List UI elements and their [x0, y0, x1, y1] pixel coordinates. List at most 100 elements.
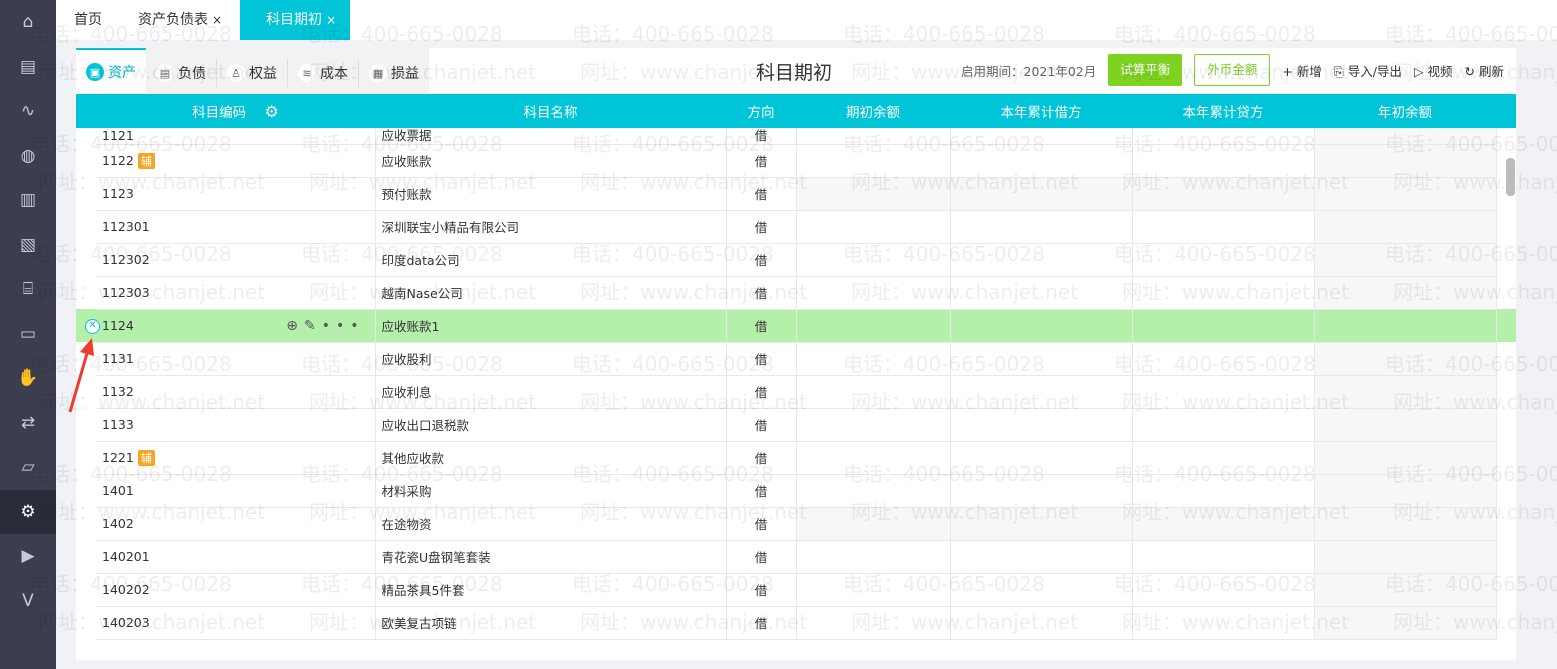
table-row[interactable]: 1121 应收票据 借 [76, 128, 1516, 145]
cell-ytd-debit[interactable] [950, 408, 1133, 442]
gear-icon[interactable]: ⚙ [264, 102, 278, 121]
cell-ytd-credit[interactable] [1132, 474, 1315, 508]
cell-opening[interactable] [796, 342, 951, 376]
cell-code[interactable]: 1401 [96, 474, 376, 508]
sidebar-item-chart[interactable]: ∿ [0, 89, 56, 134]
add-button[interactable]: + 新增 [1282, 61, 1321, 80]
sidebar-item-presentation[interactable]: ▭ [0, 312, 56, 357]
sidebar-item-exchange[interactable]: ⇄ [0, 401, 56, 446]
scrollbar[interactable] [1506, 158, 1515, 196]
edit-icon[interactable]: ✎ [304, 318, 322, 334]
sidebar-item-gear[interactable]: ⚙ [0, 489, 56, 534]
cell-opening[interactable] [796, 408, 951, 442]
cell-ytd-credit[interactable] [1132, 441, 1315, 475]
cell-ytd-debit[interactable] [950, 474, 1133, 508]
sidebar-item-store[interactable]: ⌸ [0, 267, 56, 312]
cell-opening[interactable] [796, 144, 951, 178]
cell-code[interactable]: 112303 [96, 276, 376, 310]
subtab-profit-loss[interactable]: ▦ 损益 [359, 59, 429, 87]
cell-ytd-credit[interactable] [1132, 606, 1315, 640]
table-row[interactable]: 140203 欧美复古项链 借 [76, 606, 1516, 640]
table-row[interactable]: 1132 应收利息 借 [76, 375, 1516, 409]
cell-opening[interactable] [796, 210, 951, 244]
sidebar-item-home[interactable]: ⌂ [0, 0, 56, 45]
cell-ytd-debit[interactable] [950, 606, 1133, 640]
cell-code[interactable]: 1133 [96, 408, 376, 442]
cell-opening[interactable] [796, 375, 951, 409]
cell-ytd-debit[interactable] [950, 210, 1133, 244]
table-row[interactable]: 140201 青花瓷U盘钢笔套装 借 [76, 540, 1516, 574]
table-row[interactable]: 112303 越南Nase公司 借 [76, 276, 1516, 310]
sidebar-item-inbox[interactable]: ▱ [0, 445, 56, 490]
cell-ytd-debit[interactable] [950, 375, 1133, 409]
import-export-button[interactable]: ⎘ 导入/导出 [1334, 61, 1402, 80]
cell-ytd-debit[interactable] [950, 342, 1133, 376]
cell-code[interactable]: 1124 ⊕✎••• [96, 309, 376, 343]
more-icon[interactable]: ••• [322, 318, 365, 334]
foreign-currency-button[interactable]: 外币金额 [1194, 54, 1271, 86]
sidebar-item-video[interactable]: ▶ [0, 534, 56, 579]
tab-home[interactable]: 首页 [56, 0, 120, 40]
subtab-equity[interactable]: ♙ 权益 [217, 59, 288, 87]
cell-code[interactable]: 1221 辅 [96, 441, 376, 475]
cell-ytd-credit[interactable] [1132, 210, 1315, 244]
close-icon[interactable]: × [326, 13, 336, 27]
tab-balance-sheet[interactable]: 资产负债表 × [120, 0, 240, 40]
cell-code[interactable]: 140201 [96, 540, 376, 574]
cell-ytd-credit[interactable] [1132, 540, 1315, 574]
sidebar-item-report[interactable]: ▧ [0, 223, 56, 268]
cell-ytd-debit[interactable] [950, 177, 1133, 211]
cell-ytd-debit[interactable] [950, 507, 1133, 541]
cell-code[interactable]: 1122 辅 [96, 144, 376, 178]
delete-row-icon[interactable]: ✕ [85, 319, 100, 334]
cell-ytd-credit[interactable] [1132, 276, 1315, 310]
cell-code[interactable]: 1402 [96, 507, 376, 541]
cell-ytd-debit[interactable] [950, 540, 1133, 574]
cell-opening[interactable] [796, 128, 951, 145]
cell-ytd-credit[interactable] [1132, 408, 1315, 442]
table-row[interactable]: 1402 在途物资 借 [76, 507, 1516, 541]
cell-opening[interactable] [796, 276, 951, 310]
cell-ytd-credit[interactable] [1132, 342, 1315, 376]
cell-ytd-credit[interactable] [1132, 128, 1315, 145]
cell-code[interactable]: 1132 [96, 375, 376, 409]
table-row[interactable]: 1122 辅 应收账款 借 [76, 144, 1516, 178]
cell-opening[interactable] [796, 606, 951, 640]
cell-ytd-credit[interactable] [1132, 309, 1315, 343]
cell-ytd-credit[interactable] [1132, 375, 1315, 409]
sidebar-item-v[interactable]: V [0, 579, 56, 624]
cell-ytd-debit[interactable] [950, 573, 1133, 607]
cell-ytd-credit[interactable] [1132, 144, 1315, 178]
cell-ytd-debit[interactable] [950, 276, 1133, 310]
cell-opening[interactable] [796, 177, 951, 211]
cell-opening[interactable] [796, 474, 951, 508]
subtab-assets[interactable]: ▣ 资产 [76, 48, 146, 94]
table-row[interactable]: 1123 预付账款 借 [76, 177, 1516, 211]
cell-ytd-debit[interactable] [950, 144, 1133, 178]
table-row[interactable]: 112301 深圳联宝小精品有限公司 借 [76, 210, 1516, 244]
subtab-cost[interactable]: ≋ 成本 [288, 59, 359, 87]
table-row[interactable]: 112302 印度data公司 借 [76, 243, 1516, 277]
table-row[interactable]: 140202 精品茶具5件套 借 [76, 573, 1516, 607]
cell-code[interactable]: 112302 [96, 243, 376, 277]
cell-code[interactable]: 1131 [96, 342, 376, 376]
table-row[interactable]: 1131 应收股利 借 [76, 342, 1516, 376]
cell-code[interactable]: 140203 [96, 606, 376, 640]
cell-ytd-debit[interactable] [950, 309, 1133, 343]
table-row[interactable]: 1124 ⊕✎••• 应收账款1 借 [76, 309, 1516, 343]
cell-opening[interactable] [796, 507, 951, 541]
table-row[interactable]: 1221 辅 其他应收款 借 [76, 441, 1516, 475]
trial-balance-button[interactable]: 试算平衡 [1108, 54, 1183, 86]
cell-ytd-debit[interactable] [950, 243, 1133, 277]
cell-code[interactable]: 1123 [96, 177, 376, 211]
cell-ytd-debit[interactable] [950, 128, 1133, 145]
cell-opening[interactable] [796, 573, 951, 607]
video-button[interactable]: ▷ 视频 [1414, 61, 1453, 80]
sidebar-item-invoice[interactable]: ▤ [0, 45, 56, 90]
close-icon[interactable]: × [212, 13, 222, 27]
cell-ytd-debit[interactable] [950, 441, 1133, 475]
cell-ytd-credit[interactable] [1132, 573, 1315, 607]
cell-ytd-credit[interactable] [1132, 177, 1315, 211]
cell-code[interactable]: 1121 [96, 128, 376, 145]
sidebar-item-hand[interactable]: ✋ [0, 356, 56, 401]
